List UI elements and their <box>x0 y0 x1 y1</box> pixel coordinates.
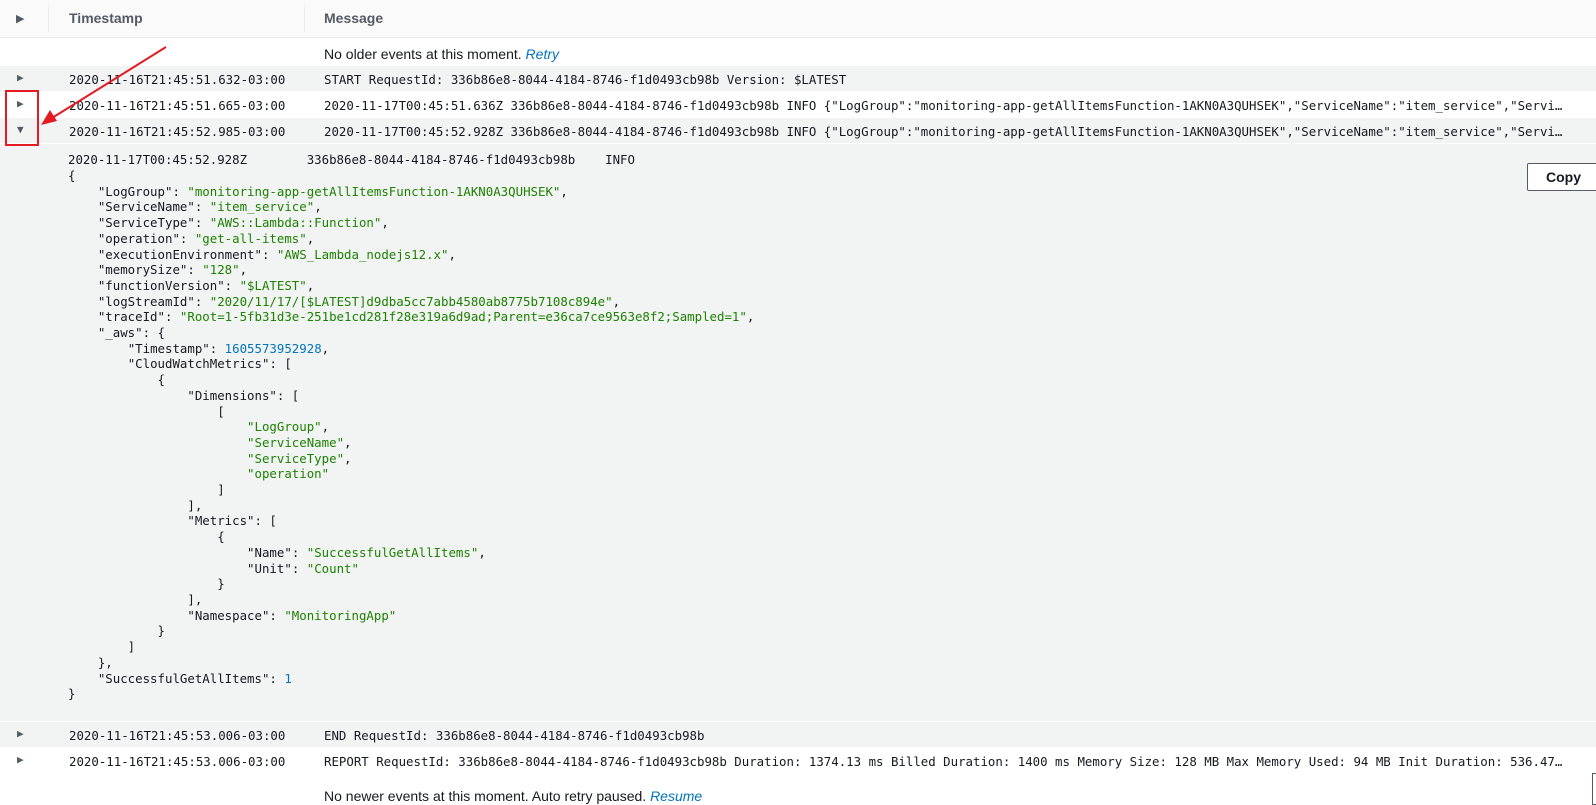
json-value: "operation" <box>247 466 330 482</box>
json-value: "$LATEST" <box>239 277 307 293</box>
json-value: 1 <box>284 670 292 686</box>
json-value: "SuccessfulGetAllItems" <box>306 544 479 560</box>
retry-link[interactable]: Retry <box>526 46 559 62</box>
json-value: 1605573952928 <box>224 340 322 356</box>
log-event-row[interactable]: ▶ 2020-11-16T21:45:53.006-03:00 REPORT R… <box>0 748 1596 774</box>
json-value: "Root=1-5fb31d3e-251be1cd281f28e319a6d9a… <box>179 309 747 325</box>
json-value: "Count" <box>306 560 359 576</box>
log-event-row[interactable]: ▶ 2020-11-16T21:45:51.665-03:00 2020-11-… <box>0 92 1596 118</box>
json-value: "ServiceType" <box>247 450 345 466</box>
caret-right-icon[interactable]: ▶ <box>17 727 24 740</box>
json-value: "get-all-items" <box>194 230 307 246</box>
scrollbar[interactable] <box>1592 773 1596 805</box>
event-message: START RequestId: 336b86e8-8044-4184-8746… <box>324 72 847 87</box>
event-message: END RequestId: 336b86e8-8044-4184-8746-f… <box>324 728 705 743</box>
column-divider[interactable] <box>304 6 305 32</box>
message-column-header[interactable]: Message <box>324 10 383 26</box>
log-event-row[interactable]: ▶ 2020-11-16T21:45:53.006-03:00 END Requ… <box>0 722 1596 748</box>
log-table-header: ▶ Timestamp Message <box>0 0 1596 38</box>
json-payload: { "LogGroup": "monitoring-app-getAllItem… <box>68 168 755 702</box>
event-timestamp: 2020-11-16T21:45:53.006-03:00 <box>69 754 286 769</box>
caret-right-icon[interactable]: ▶ <box>17 753 24 766</box>
json-value: "AWS_Lambda_nodejs12.x" <box>276 246 449 262</box>
json-value: "MonitoringApp" <box>284 607 397 623</box>
json-value: "ServiceName" <box>247 434 345 450</box>
newer-events-notice: No newer events at this moment. Auto ret… <box>324 788 702 804</box>
event-message: REPORT RequestId: 336b86e8-8044-4184-874… <box>324 754 1566 769</box>
copy-button[interactable]: Copy <box>1527 163 1596 191</box>
json-value: "AWS::Lambda::Function" <box>209 215 382 231</box>
json-value: "LogGroup" <box>247 419 322 435</box>
json-value: "item_service" <box>209 199 315 215</box>
older-events-text: No older events at this moment. <box>324 46 522 62</box>
newer-events-text: No newer events at this moment. Auto ret… <box>324 788 647 804</box>
json-value: "2020/11/17/[$LATEST]d9dba5cc7abb4580ab8… <box>209 293 613 309</box>
annotation-arrow-icon <box>41 46 167 125</box>
event-message: 2020-11-17T00:45:51.636Z 336b86e8-8044-4… <box>324 98 1566 113</box>
resume-link[interactable]: Resume <box>650 788 702 804</box>
json-value: "128" <box>202 262 240 278</box>
event-message: 2020-11-17T00:45:52.928Z 336b86e8-8044-4… <box>324 124 1566 139</box>
older-events-notice: No older events at this moment. Retry <box>324 46 559 62</box>
log-event-row-expanded[interactable]: ▼ 2020-11-16T21:45:52.985-03:00 2020-11-… <box>0 118 1596 144</box>
json-value: "monitoring-app-getAllItemsFunction-1AKN… <box>187 183 561 199</box>
expanded-event-detail: 2020-11-17T00:45:52.928Z 336b86e8-8044-4… <box>0 144 1596 721</box>
event-timestamp: 2020-11-16T21:45:53.006-03:00 <box>69 728 286 743</box>
log-event-row[interactable]: ▶ 2020-11-16T21:45:51.632-03:00 START Re… <box>0 66 1596 92</box>
